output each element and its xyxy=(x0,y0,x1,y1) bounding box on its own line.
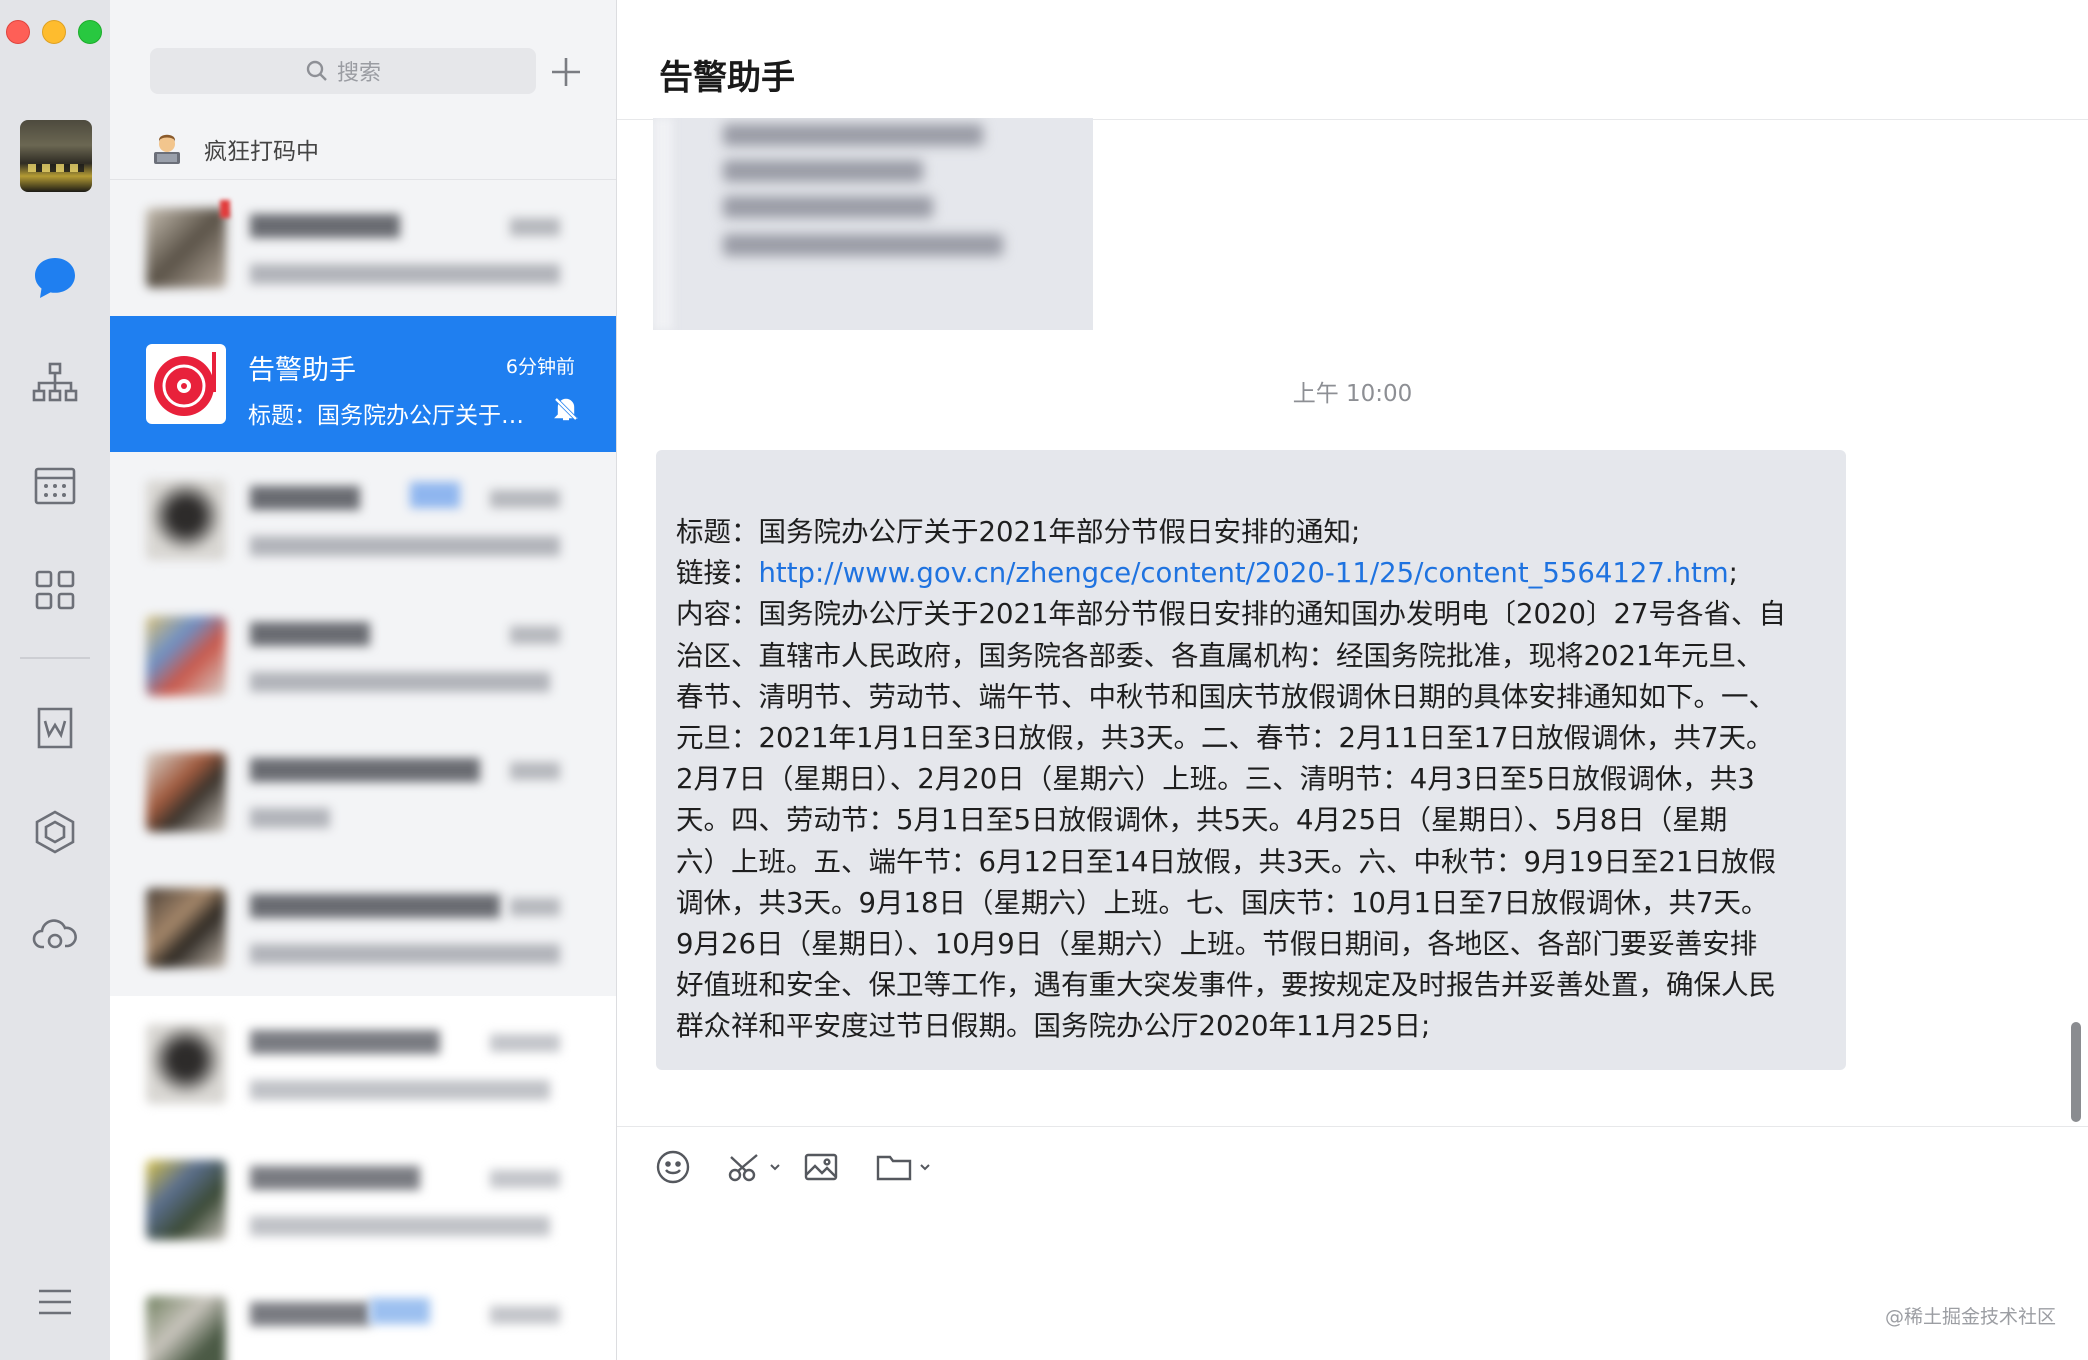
content-line-6: 天。四、劳动节：5月1日至5日放假调休，共5天。4月25日（星期日）、5月8日（… xyxy=(676,804,1728,837)
word-doc-icon[interactable] xyxy=(27,700,83,756)
search-placeholder: 搜索 xyxy=(336,61,381,86)
conversation-preview: 标题：国务院办公厅关于2021年部分节假日安排的通知; xyxy=(248,403,538,429)
app-sidebar xyxy=(0,0,110,1360)
conversation-item[interactable] xyxy=(110,860,616,996)
watermark: @稀土掘金技术社区 xyxy=(1884,1306,2056,1328)
add-button[interactable] xyxy=(546,52,586,92)
content-line-11: 群众祥和平安度过节日假期。国务院办公厅2020年11月25日; xyxy=(676,1010,1431,1043)
search-input[interactable]: 搜索 xyxy=(150,48,536,94)
vinyl-record-icon xyxy=(154,352,216,416)
file-button[interactable] xyxy=(875,1145,931,1189)
sidebar-divider xyxy=(20,657,90,659)
coder-emoji-icon xyxy=(154,134,180,164)
conversation-item[interactable] xyxy=(110,180,616,316)
message-link[interactable]: http://www.gov.cn/zhengce/content/2020-1… xyxy=(759,557,1729,589)
user-avatar[interactable] xyxy=(20,120,92,192)
content-line-7: 六）上班。五、端午节：6月12日至14日放假，共3天。六、中秋节：9月19日至2… xyxy=(676,845,1776,878)
chat-icon[interactable] xyxy=(27,250,83,306)
content-line-10: 好值班和安全、保卫等工作，遇有重大突发事件，要按规定及时报告并妥善处置，确保人民 xyxy=(676,969,1776,1002)
chat-header: 告警助手 xyxy=(617,0,2088,120)
chevron-down-icon xyxy=(920,1164,930,1171)
org-chart-icon[interactable] xyxy=(27,355,83,411)
image-button[interactable] xyxy=(803,1145,839,1189)
message-link-line: 链接：http://www.gov.cn/zhengce/content/202… xyxy=(676,557,1738,590)
conversation-item[interactable] xyxy=(110,996,616,1132)
cube-icon[interactable] xyxy=(27,804,83,860)
calendar-icon[interactable] xyxy=(27,458,83,514)
conversation-item[interactable] xyxy=(110,452,616,588)
search-icon xyxy=(306,60,327,81)
scissors-icon xyxy=(728,1154,758,1182)
time-separator: 上午 10:00 xyxy=(1292,381,1413,407)
content-line-1: 内容：国务院办公厅关于2021年部分节假日安排的通知国办发明电〔2020〕27号… xyxy=(676,598,1786,631)
chat-panel: 告警助手 上午 10:00 标题：国务院办公厅关于2021年部分节假日安排的通知… xyxy=(617,0,2088,1360)
screenshot-button[interactable] xyxy=(727,1145,781,1189)
folder-icon xyxy=(876,1155,912,1181)
window-maximize-button[interactable] xyxy=(78,20,102,44)
conversation-list: 搜索 疯狂打码中 告警助手 6分钟前 标题：国务院办公厅关于20 xyxy=(110,0,617,1360)
menu-icon[interactable] xyxy=(27,1274,83,1330)
cloud-icon[interactable] xyxy=(27,906,83,962)
content-line-4: 元旦：2021年1月1日至3日放假，共3天。二、春节：2月11日至17日放假调休… xyxy=(676,722,1774,755)
conversation-name: 告警助手 xyxy=(248,355,356,386)
conversation-time: 6分钟前 xyxy=(505,356,575,378)
content-line-9: 9月26日（星期日）、10月9日（星期六）上班。节假日期间，各地区、各部门要妥善… xyxy=(676,928,1758,961)
composer-divider xyxy=(617,1126,2088,1127)
message-bubble[interactable]: 标题：国务院办公厅关于2021年部分节假日安排的通知; 链接：http://ww… xyxy=(656,450,1846,1070)
alert-assistant-avatar xyxy=(146,344,226,424)
plus-icon xyxy=(552,58,580,86)
message-bubble-redacted[interactable] xyxy=(653,118,1093,330)
message-title-line: 标题：国务院办公厅关于2021年部分节假日安排的通知; xyxy=(676,516,1361,548)
conversation-item[interactable] xyxy=(110,1132,616,1268)
apps-grid-icon[interactable] xyxy=(27,562,83,618)
image-icon xyxy=(804,1153,838,1181)
content-line-2: 治区、直辖市人民政府，国务院各部委、各直属机构：经国务院批准，现将2021年元旦… xyxy=(676,639,1764,672)
window-minimize-button[interactable] xyxy=(42,20,66,44)
emoji-button[interactable] xyxy=(655,1145,691,1189)
window-close-button[interactable] xyxy=(6,20,30,44)
conversation-item-active[interactable]: 告警助手 6分钟前 标题：国务院办公厅关于2021年部分节假日安排的通知; xyxy=(110,316,616,452)
content-line-5: 2月7日（星期日）、2月20日（星期六）上班。三、清明节：4月3日至5日放假调休… xyxy=(676,763,1755,796)
conversation-item[interactable] xyxy=(110,724,616,860)
status-text: 疯狂打码中 xyxy=(204,138,319,165)
chat-title: 告警助手 xyxy=(659,58,795,98)
chevron-down-icon xyxy=(770,1164,780,1171)
emoji-icon xyxy=(656,1150,690,1184)
content-line-8: 调休，共3天。9月18日（星期六）上班。七、国庆节：10月1日至7日放假调休，共… xyxy=(676,886,1769,919)
conversation-item[interactable] xyxy=(110,588,616,724)
mute-bell-icon[interactable] xyxy=(553,396,579,422)
conversation-item[interactable] xyxy=(110,1268,616,1360)
user-status[interactable]: 疯狂打码中 xyxy=(110,118,616,180)
chat-scrollbar[interactable] xyxy=(2071,1022,2081,1122)
content-line-3: 春节、清明节、劳动节、端午节、中秋节和国庆节放假调休日期的具体安排通知如下。一、 xyxy=(676,680,1776,713)
